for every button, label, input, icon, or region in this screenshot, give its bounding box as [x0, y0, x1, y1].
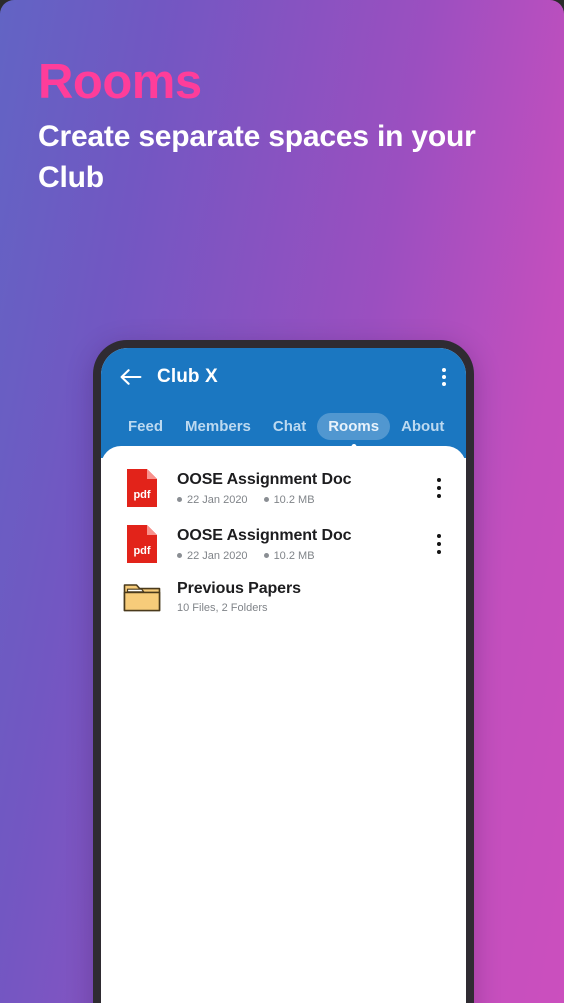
list-item[interactable]: pdf OOSE Assignment Doc 22 Jan 2020 10.2…: [101, 516, 466, 572]
item-icon-wrap: [119, 580, 165, 612]
tab-label: Feed: [128, 417, 164, 435]
file-date-chunk: 22 Jan 2020: [177, 494, 248, 506]
file-size-chunk: 10.2 MB: [263, 549, 315, 562]
svg-text:pdf: pdf: [133, 489, 150, 501]
file-meta: 22 Jan 2020 10.2 MB: [177, 550, 426, 562]
tab-members[interactable]: Members: [174, 413, 262, 440]
app-bar-top-row: Club X: [101, 348, 466, 406]
folder-icon: [123, 584, 161, 612]
page-title: Rooms: [38, 55, 202, 109]
item-text-wrap: OOSE Assignment Doc 22 Jan 2020 10.2 MB: [165, 526, 426, 562]
dot: [437, 486, 441, 490]
file-date: 22 Jan 2020: [187, 549, 248, 562]
file-date: 22 Jan 2020: [187, 493, 248, 506]
file-name: OOSE Assignment Doc: [177, 471, 352, 489]
dot: [442, 382, 446, 386]
item-text-wrap: OOSE Assignment Doc 22 Jan 2020 10.2 MB: [165, 470, 426, 506]
tab-label: About: [401, 417, 445, 435]
file-meta: 22 Jan 2020 10.2 MB: [177, 494, 426, 506]
app-bar-title: Club X: [157, 366, 218, 387]
item-icon-wrap: pdf: [119, 467, 165, 509]
page-subtitle: Create separate spaces in your Club: [38, 119, 476, 194]
list-item[interactable]: pdf OOSE Assignment Doc 22 Jan 2020 10.2…: [101, 460, 466, 516]
headline-block: Rooms Create separate spaces in your Clu…: [38, 56, 538, 199]
dot: [437, 534, 441, 538]
tab-feed[interactable]: Feed: [117, 413, 174, 440]
dot: [437, 542, 441, 546]
item-icon-wrap: pdf: [119, 523, 165, 565]
list-item[interactable]: Previous Papers 10 Files, 2 Folders: [101, 572, 466, 621]
tab-bar: Feed Members Chat Rooms About: [101, 406, 466, 449]
more-vertical-icon[interactable]: [442, 368, 446, 386]
phone-device-frame: Club X Feed Members Chat Rooms About pdf…: [93, 340, 474, 1003]
tab-rooms[interactable]: Rooms: [317, 412, 391, 449]
item-text-wrap: Previous Papers 10 Files, 2 Folders: [165, 579, 426, 614]
rooms-content-sheet: pdf OOSE Assignment Doc 22 Jan 2020 10.2…: [101, 446, 466, 1003]
phone-screen: Club X Feed Members Chat Rooms About pdf…: [101, 348, 466, 1003]
bullet-icon: [177, 553, 182, 559]
dot: [437, 494, 441, 498]
tab-label: Chat: [272, 417, 307, 435]
svg-text:pdf: pdf: [133, 545, 150, 557]
row-more-vertical-icon[interactable]: [426, 471, 452, 505]
bullet-icon: [263, 497, 269, 503]
tab-about[interactable]: About: [390, 413, 455, 440]
tab-label: Members: [185, 417, 251, 435]
tab-label: Rooms: [328, 417, 380, 435]
file-size: 10.2 MB: [273, 549, 315, 562]
pdf-file-icon: pdf: [127, 469, 157, 507]
pdf-file-icon: pdf: [127, 525, 157, 563]
dot: [437, 478, 441, 482]
bullet-icon: [177, 497, 182, 503]
dot: [442, 368, 446, 372]
bullet-icon: [263, 553, 269, 559]
promo-canvas: Rooms Create separate spaces in your Clu…: [0, 0, 564, 1003]
app-bar: Club X Feed Members Chat Rooms About: [101, 348, 466, 458]
arrow-left-icon[interactable]: [119, 367, 143, 387]
file-name: OOSE Assignment Doc: [177, 527, 352, 545]
folder-name: Previous Papers: [177, 580, 301, 597]
file-date-chunk: 22 Jan 2020: [177, 550, 248, 562]
dot: [442, 375, 446, 379]
folder-subtitle: 10 Files, 2 Folders: [177, 601, 268, 614]
dot: [437, 550, 441, 554]
file-size-chunk: 10.2 MB: [263, 493, 315, 506]
tab-chat[interactable]: Chat: [262, 413, 317, 440]
row-more-vertical-icon[interactable]: [426, 527, 452, 561]
file-size: 10.2 MB: [273, 493, 315, 506]
